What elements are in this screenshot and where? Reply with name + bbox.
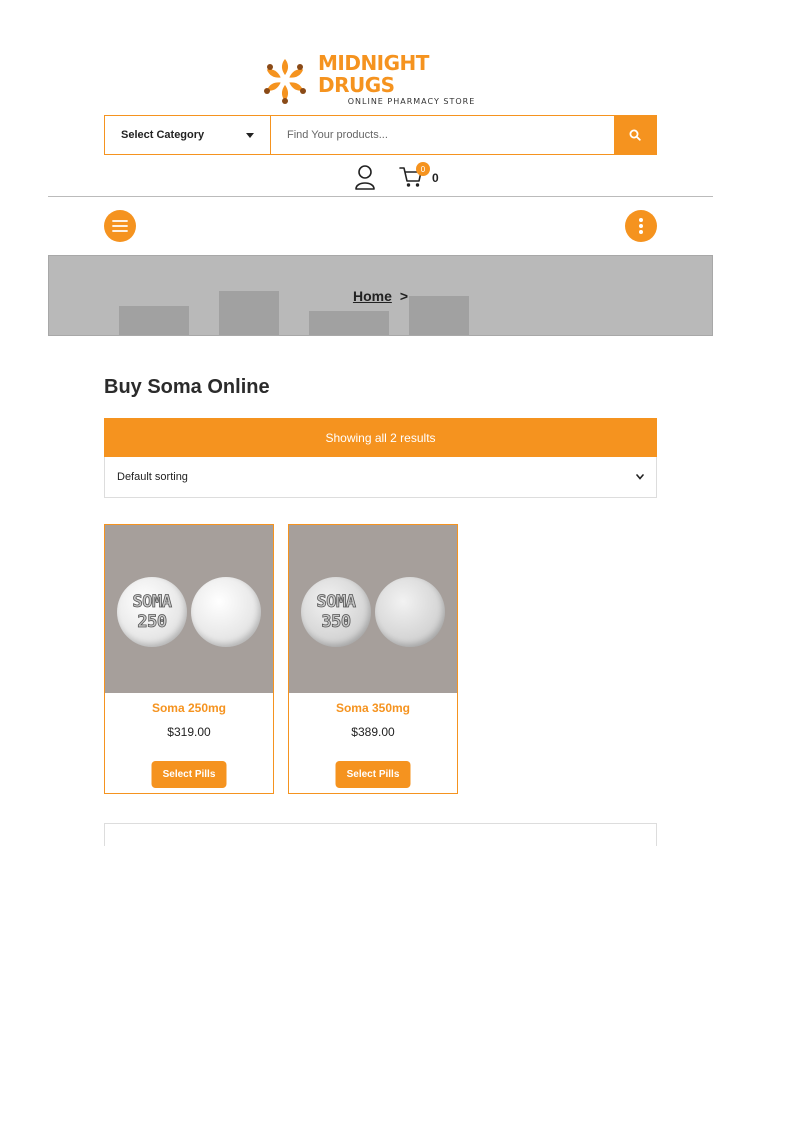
select-pills-button[interactable]: Select Pills [151, 761, 227, 788]
pill-imprinted: SOMA 350 [301, 577, 371, 647]
logo-subtitle: ONLINE PHARMACY STORE [347, 97, 476, 106]
results-count-bar: Showing all 2 results [104, 418, 657, 457]
caret-down-icon [246, 132, 254, 138]
breadcrumb-banner: Home > [48, 255, 713, 336]
chevron-down-icon [636, 474, 644, 480]
search-input[interactable] [271, 116, 614, 154]
banner-background-image [119, 291, 469, 335]
breadcrumb: Home > [353, 288, 408, 304]
search-button[interactable] [614, 116, 656, 154]
cart-count: 0 [432, 171, 439, 185]
product-card[interactable]: SOMA 250 Soma 250mg $319.00 Select Pills [104, 524, 274, 794]
pill-imprint-line1: SOMA [132, 592, 172, 613]
pill-plain [191, 577, 261, 647]
user-account-icon[interactable] [353, 164, 377, 190]
site-logo[interactable]: MIDNIGHT DRUGS ONLINE PHARMACY STORE [260, 51, 505, 106]
logo-mark-icon [260, 55, 310, 105]
sorting-select-label: Default sorting [117, 471, 188, 483]
product-price: $389.00 [351, 725, 395, 739]
product-card[interactable]: SOMA 350 Soma 350mg $389.00 Select Pills [288, 524, 458, 794]
product-image[interactable]: SOMA 250 [105, 525, 273, 693]
category-select-label: Select Category [121, 129, 205, 141]
product-search-form: Select Category [104, 115, 657, 155]
search-icon [629, 129, 641, 141]
more-vertical-icon [639, 218, 643, 234]
logo-title: MIDNIGHT DRUGS [318, 51, 429, 97]
hamburger-icon [112, 220, 128, 232]
sorting-select[interactable]: Default sorting [104, 457, 657, 498]
pill-imprint-line2: 350 [321, 612, 352, 633]
breadcrumb-separator: > [399, 287, 409, 304]
content-box [104, 823, 657, 846]
pill-plain [375, 577, 445, 647]
header-divider [48, 196, 713, 197]
product-name[interactable]: Soma 250mg [105, 701, 273, 715]
page-title: Buy Soma Online [104, 376, 270, 398]
menu-toggle-button[interactable] [104, 210, 136, 242]
pill-imprint-line2: 250 [137, 612, 168, 633]
product-price: $319.00 [167, 725, 211, 739]
pill-imprinted: SOMA 250 [117, 577, 187, 647]
product-name[interactable]: Soma 350mg [289, 701, 457, 715]
select-pills-button[interactable]: Select Pills [335, 761, 411, 788]
more-options-button[interactable] [625, 210, 657, 242]
category-select[interactable]: Select Category [105, 116, 271, 154]
product-image[interactable]: SOMA 350 [289, 525, 457, 693]
pill-imprint-line1: SOMA [316, 592, 356, 613]
cart-badge: 0 [416, 162, 430, 176]
breadcrumb-home-link[interactable]: Home [353, 288, 392, 304]
